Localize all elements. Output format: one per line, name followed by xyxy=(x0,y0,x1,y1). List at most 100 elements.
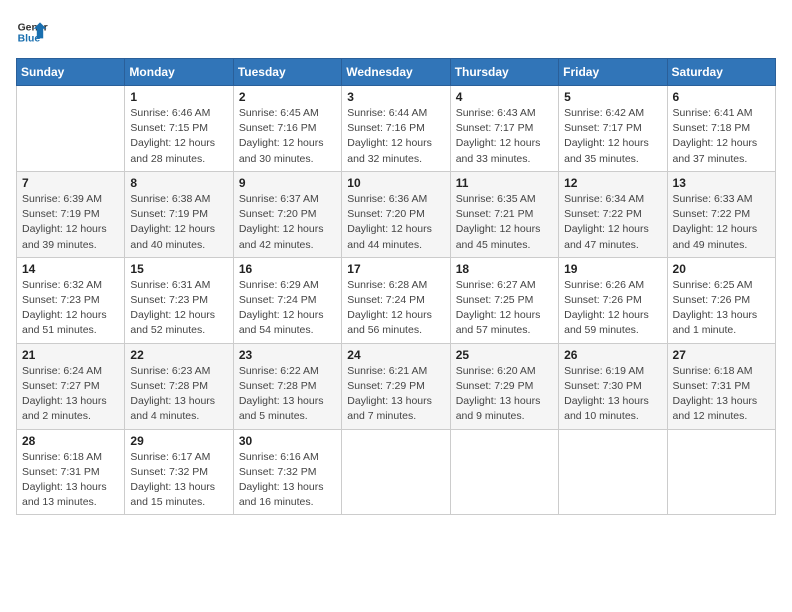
day-number: 28 xyxy=(22,434,119,448)
day-info: Sunrise: 6:26 AM Sunset: 7:26 PM Dayligh… xyxy=(564,278,661,339)
calendar-cell: 25 Sunrise: 6:20 AM Sunset: 7:29 PM Dayli… xyxy=(450,343,558,429)
day-number: 7 xyxy=(22,176,119,190)
day-info: Sunrise: 6:33 AM Sunset: 7:22 PM Dayligh… xyxy=(673,192,770,253)
calendar-cell: 26 Sunrise: 6:19 AM Sunset: 7:30 PM Dayli… xyxy=(559,343,667,429)
day-info: Sunrise: 6:16 AM Sunset: 7:32 PM Dayligh… xyxy=(239,450,336,511)
day-info: Sunrise: 6:32 AM Sunset: 7:23 PM Dayligh… xyxy=(22,278,119,339)
day-number: 9 xyxy=(239,176,336,190)
calendar-cell: 18Sunrise: 6:27 AM Sunset: 7:25 PM Dayli… xyxy=(450,257,558,343)
calendar-cell: 4 Sunrise: 6:43 AM Sunset: 7:17 PM Daylig… xyxy=(450,86,558,172)
day-number: 6 xyxy=(673,90,770,104)
day-info: Sunrise: 6:28 AM Sunset: 7:24 PM Dayligh… xyxy=(347,278,444,339)
calendar-cell: 22 Sunrise: 6:23 AM Sunset: 7:28 PM Dayli… xyxy=(125,343,233,429)
calendar-cell: 27 Sunrise: 6:18 AM Sunset: 7:31 PM Dayli… xyxy=(667,343,775,429)
day-info: Sunrise: 6:34 AM Sunset: 7:22 PM Dayligh… xyxy=(564,192,661,253)
calendar-cell: 20 Sunrise: 6:25 AM Sunset: 7:26 PM Dayli… xyxy=(667,257,775,343)
day-number: 5 xyxy=(564,90,661,104)
calendar-cell: 29 Sunrise: 6:17 AM Sunset: 7:32 PM Dayli… xyxy=(125,429,233,515)
calendar-cell: 17 Sunrise: 6:28 AM Sunset: 7:24 PM Dayli… xyxy=(342,257,450,343)
day-number: 8 xyxy=(130,176,227,190)
day-info: Sunrise: 6:19 AM Sunset: 7:30 PM Dayligh… xyxy=(564,364,661,425)
day-info: Sunrise: 6:41 AM Sunset: 7:18 PM Dayligh… xyxy=(673,106,770,167)
calendar-cell: 10 Sunrise: 6:36 AM Sunset: 7:20 PM Dayli… xyxy=(342,171,450,257)
col-header-thursday: Thursday xyxy=(450,59,558,86)
day-number: 23 xyxy=(239,348,336,362)
col-header-monday: Monday xyxy=(125,59,233,86)
calendar-cell: 5 Sunrise: 6:42 AM Sunset: 7:17 PM Daylig… xyxy=(559,86,667,172)
day-number: 29 xyxy=(130,434,227,448)
day-number: 25 xyxy=(456,348,553,362)
day-number: 3 xyxy=(347,90,444,104)
day-number: 2 xyxy=(239,90,336,104)
calendar-cell xyxy=(450,429,558,515)
calendar-cell: 16Sunrise: 6:29 AM Sunset: 7:24 PM Dayli… xyxy=(233,257,341,343)
day-info: Sunrise: 6:37 AM Sunset: 7:20 PM Dayligh… xyxy=(239,192,336,253)
calendar-cell: 21Sunrise: 6:24 AM Sunset: 7:27 PM Dayli… xyxy=(17,343,125,429)
calendar-cell: 28 Sunrise: 6:18 AM Sunset: 7:31 PM Dayli… xyxy=(17,429,125,515)
week-row-4: 21Sunrise: 6:24 AM Sunset: 7:27 PM Dayli… xyxy=(17,343,776,429)
page-header: General Blue xyxy=(16,16,776,48)
calendar-cell: 6 Sunrise: 6:41 AM Sunset: 7:18 PM Daylig… xyxy=(667,86,775,172)
day-info: Sunrise: 6:22 AM Sunset: 7:28 PM Dayligh… xyxy=(239,364,336,425)
day-number: 11 xyxy=(456,176,553,190)
calendar-cell: 3 Sunrise: 6:44 AM Sunset: 7:16 PM Daylig… xyxy=(342,86,450,172)
calendar-cell: 11 Sunrise: 6:35 AM Sunset: 7:21 PM Dayli… xyxy=(450,171,558,257)
day-info: Sunrise: 6:18 AM Sunset: 7:31 PM Dayligh… xyxy=(673,364,770,425)
calendar-cell: 13 Sunrise: 6:33 AM Sunset: 7:22 PM Dayli… xyxy=(667,171,775,257)
calendar-cell: 7 Sunrise: 6:39 AM Sunset: 7:19 PM Daylig… xyxy=(17,171,125,257)
logo: General Blue xyxy=(16,16,48,48)
day-info: Sunrise: 6:42 AM Sunset: 7:17 PM Dayligh… xyxy=(564,106,661,167)
day-number: 19 xyxy=(564,262,661,276)
day-info: Sunrise: 6:35 AM Sunset: 7:21 PM Dayligh… xyxy=(456,192,553,253)
day-number: 27 xyxy=(673,348,770,362)
day-number: 17 xyxy=(347,262,444,276)
day-info: Sunrise: 6:46 AM Sunset: 7:15 PM Dayligh… xyxy=(130,106,227,167)
calendar-cell: 1 Sunrise: 6:46 AM Sunset: 7:15 PM Daylig… xyxy=(125,86,233,172)
calendar-cell: 24Sunrise: 6:21 AM Sunset: 7:29 PM Dayli… xyxy=(342,343,450,429)
day-number: 26 xyxy=(564,348,661,362)
col-header-saturday: Saturday xyxy=(667,59,775,86)
calendar-table: SundayMondayTuesdayWednesdayThursdayFrid… xyxy=(16,58,776,515)
day-info: Sunrise: 6:36 AM Sunset: 7:20 PM Dayligh… xyxy=(347,192,444,253)
col-header-friday: Friday xyxy=(559,59,667,86)
calendar-cell xyxy=(17,86,125,172)
day-info: Sunrise: 6:25 AM Sunset: 7:26 PM Dayligh… xyxy=(673,278,770,339)
day-number: 10 xyxy=(347,176,444,190)
calendar-cell: 19 Sunrise: 6:26 AM Sunset: 7:26 PM Dayli… xyxy=(559,257,667,343)
day-info: Sunrise: 6:20 AM Sunset: 7:29 PM Dayligh… xyxy=(456,364,553,425)
calendar-cell: 14 Sunrise: 6:32 AM Sunset: 7:23 PM Dayli… xyxy=(17,257,125,343)
week-row-5: 28 Sunrise: 6:18 AM Sunset: 7:31 PM Dayli… xyxy=(17,429,776,515)
day-number: 15 xyxy=(130,262,227,276)
calendar-cell: 2 Sunrise: 6:45 AM Sunset: 7:16 PM Daylig… xyxy=(233,86,341,172)
day-info: Sunrise: 6:43 AM Sunset: 7:17 PM Dayligh… xyxy=(456,106,553,167)
day-number: 1 xyxy=(130,90,227,104)
day-info: Sunrise: 6:44 AM Sunset: 7:16 PM Dayligh… xyxy=(347,106,444,167)
day-info: Sunrise: 6:17 AM Sunset: 7:32 PM Dayligh… xyxy=(130,450,227,511)
calendar-header: SundayMondayTuesdayWednesdayThursdayFrid… xyxy=(17,59,776,86)
day-info: Sunrise: 6:23 AM Sunset: 7:28 PM Dayligh… xyxy=(130,364,227,425)
calendar-cell: 8Sunrise: 6:38 AM Sunset: 7:19 PM Daylig… xyxy=(125,171,233,257)
day-info: Sunrise: 6:18 AM Sunset: 7:31 PM Dayligh… xyxy=(22,450,119,511)
day-info: Sunrise: 6:45 AM Sunset: 7:16 PM Dayligh… xyxy=(239,106,336,167)
day-info: Sunrise: 6:31 AM Sunset: 7:23 PM Dayligh… xyxy=(130,278,227,339)
calendar-cell: 15 Sunrise: 6:31 AM Sunset: 7:23 PM Dayli… xyxy=(125,257,233,343)
calendar-cell xyxy=(667,429,775,515)
week-row-2: 7 Sunrise: 6:39 AM Sunset: 7:19 PM Daylig… xyxy=(17,171,776,257)
logo-icon: General Blue xyxy=(16,16,48,48)
day-info: Sunrise: 6:27 AM Sunset: 7:25 PM Dayligh… xyxy=(456,278,553,339)
day-number: 13 xyxy=(673,176,770,190)
day-number: 22 xyxy=(130,348,227,362)
calendar-cell xyxy=(559,429,667,515)
day-number: 20 xyxy=(673,262,770,276)
week-row-1: 1 Sunrise: 6:46 AM Sunset: 7:15 PM Daylig… xyxy=(17,86,776,172)
day-info: Sunrise: 6:39 AM Sunset: 7:19 PM Dayligh… xyxy=(22,192,119,253)
col-header-tuesday: Tuesday xyxy=(233,59,341,86)
day-number: 4 xyxy=(456,90,553,104)
day-number: 12 xyxy=(564,176,661,190)
day-info: Sunrise: 6:29 AM Sunset: 7:24 PM Dayligh… xyxy=(239,278,336,339)
calendar-cell: 23 Sunrise: 6:22 AM Sunset: 7:28 PM Dayli… xyxy=(233,343,341,429)
day-number: 14 xyxy=(22,262,119,276)
col-header-sunday: Sunday xyxy=(17,59,125,86)
day-number: 24 xyxy=(347,348,444,362)
day-number: 21 xyxy=(22,348,119,362)
